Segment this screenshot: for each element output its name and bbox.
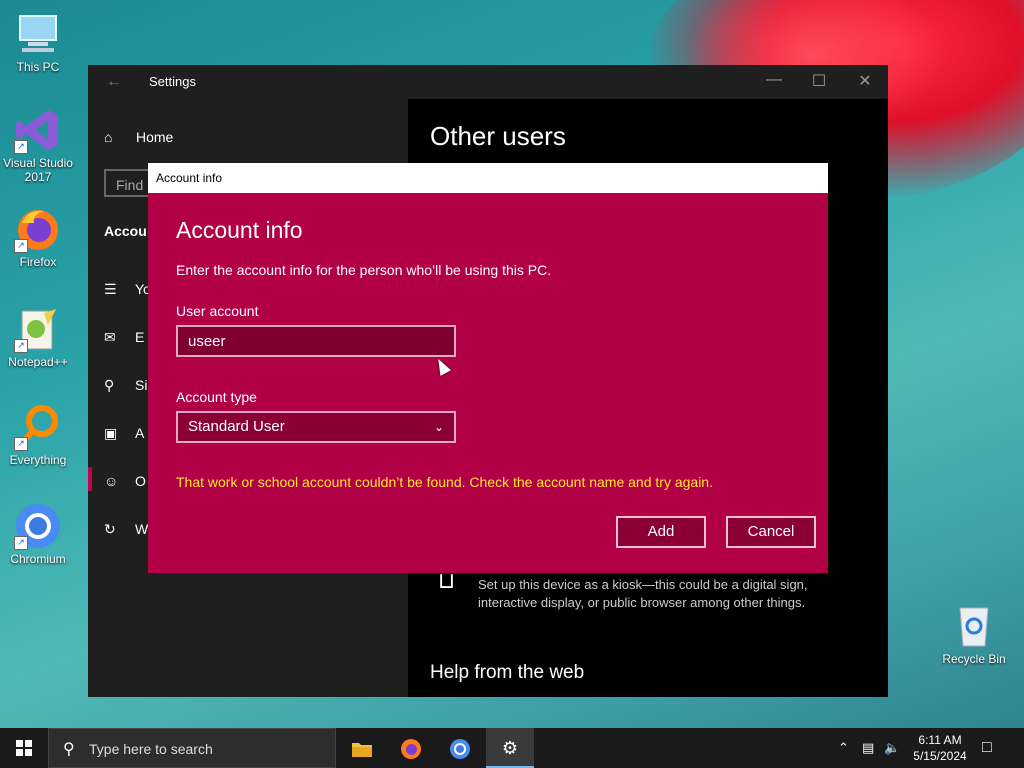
sidebar-item-other-users[interactable]: ☺ O: [104, 473, 146, 489]
nav-home-label: Home: [136, 129, 174, 145]
person-list-icon: ☰: [104, 281, 117, 297]
briefcase-icon: ▣: [104, 425, 118, 441]
find-placeholder: Find: [116, 177, 144, 193]
taskbar-file-explorer[interactable]: [338, 728, 386, 768]
maximize-icon[interactable]: ☐: [807, 71, 831, 91]
chevron-up-icon[interactable]: ⌃: [838, 728, 849, 768]
taskbar-search-box[interactable]: ⚲ Type here to search: [48, 728, 336, 768]
kiosk-description: Set up this device as a kiosk—this could…: [478, 577, 808, 610]
account-type-label: Account type: [176, 389, 257, 405]
home-icon: ⌂: [104, 129, 113, 145]
desktop-icon-firefox[interactable]: ↗ Firefox: [0, 205, 76, 269]
sidebar-item-email[interactable]: ✉ E: [104, 329, 144, 346]
sidebar-item-label: Si: [135, 377, 148, 393]
section-title: Accou: [104, 223, 147, 239]
taskbar-settings[interactable]: ⚙: [486, 728, 534, 768]
volume-muted-icon[interactable]: 🔈: [884, 728, 900, 768]
notifications-icon[interactable]: □: [982, 728, 992, 768]
account-info-dialog: Account info Account info Enter the acco…: [148, 163, 828, 573]
shortcut-arrow-icon: ↗: [14, 339, 28, 353]
dialog-titlebar: Account info: [148, 163, 828, 193]
dialog-title: Account info: [156, 171, 223, 185]
search-icon: ⚲: [63, 741, 75, 758]
desktop-icon-chromium[interactable]: ↗ Chromium: [0, 502, 76, 566]
clock-time: 6:11 AM: [918, 733, 962, 747]
search-placeholder: Type here to search: [89, 741, 213, 757]
cancel-button[interactable]: Cancel: [726, 516, 816, 548]
close-icon[interactable]: ✕: [853, 71, 877, 91]
sidebar-item-label: E: [135, 329, 145, 345]
notepad-plus-plus-icon: ↗: [14, 305, 62, 353]
shortcut-arrow-icon: ↗: [14, 536, 28, 550]
sidebar-item-label: W: [135, 521, 149, 537]
help-heading: Help from the web: [430, 662, 585, 683]
dialog-description: Enter the account info for the person wh…: [176, 262, 552, 278]
chevron-down-icon: ⌄: [433, 420, 444, 434]
computer-icon: [14, 10, 62, 58]
shortcut-arrow-icon: ↗: [14, 239, 28, 253]
start-button[interactable]: [0, 728, 48, 768]
folder-icon: [352, 743, 372, 758]
taskbar-chromium[interactable]: [436, 728, 484, 768]
settings-titlebar: ← Settings — ☐ ✕: [88, 65, 888, 99]
sidebar-item-your-info[interactable]: ☰ Yo: [104, 281, 151, 298]
desktop-icon-recycle-bin[interactable]: Recycle Bin: [936, 602, 1012, 666]
sidebar-item-access-work[interactable]: ▣ A: [104, 425, 144, 442]
account-type-dropdown[interactable]: Standard User ⌄: [176, 411, 456, 443]
desktop-icon-notepad-plus-plus[interactable]: ↗ Notepad++: [0, 305, 76, 369]
chromium-icon: ↗: [14, 502, 62, 550]
error-message: That work or school account couldn’t be …: [176, 474, 713, 490]
page-title: Other users: [430, 121, 566, 151]
sidebar-item-sync[interactable]: ↻ W: [104, 521, 148, 538]
minimize-icon[interactable]: —: [762, 71, 786, 89]
desktop-icon-label: Notepad++: [8, 355, 68, 369]
shortcut-arrow-icon: ↗: [14, 140, 28, 154]
desktop-icon-label: Everything: [9, 453, 67, 467]
windows-logo-icon: [16, 740, 32, 756]
desktop-icon-label: Firefox: [19, 255, 57, 269]
desktop-icon-this-pc[interactable]: This PC: [0, 10, 76, 74]
everything-search-icon: ↗: [14, 403, 62, 451]
network-icon[interactable]: ▤: [862, 728, 874, 768]
desktop-icon-label: This PC: [16, 60, 60, 74]
taskbar: ⚲ Type here to search ⚙ ⌃ ▤ 🔈 6:11 AM 5/…: [0, 728, 1024, 768]
back-arrow-icon[interactable]: ←: [106, 73, 122, 91]
mail-icon: ✉: [104, 329, 116, 345]
chromium-icon: [450, 739, 470, 760]
sidebar-item-label: O: [135, 473, 146, 489]
key-icon: ⚲: [104, 377, 115, 393]
shortcut-arrow-icon: ↗: [14, 437, 28, 451]
user-account-input[interactable]: [176, 325, 456, 357]
dialog-heading: Account info: [176, 217, 303, 243]
taskbar-clock[interactable]: 6:11 AM 5/15/2024: [900, 732, 980, 764]
desktop-icon-label: Visual Studio 2017: [3, 156, 73, 184]
account-type-value: Standard User: [188, 418, 285, 435]
user-account-label: User account: [176, 303, 259, 319]
selected-indicator: [88, 467, 92, 491]
nav-home[interactable]: ⌂ Home: [104, 129, 173, 145]
recycle-bin-icon: [950, 602, 998, 650]
visual-studio-icon: ↗: [14, 106, 62, 154]
window-title: Settings: [149, 74, 196, 89]
taskbar-firefox[interactable]: [387, 728, 435, 768]
firefox-icon: [401, 739, 421, 760]
sidebar-item-label: A: [135, 425, 145, 441]
add-button[interactable]: Add: [616, 516, 706, 548]
desktop-icon-visual-studio[interactable]: ↗ Visual Studio 2017: [0, 106, 76, 184]
desktop-icon-label: Recycle Bin: [942, 652, 1006, 666]
desktop-icon-everything[interactable]: ↗ Everything: [0, 403, 76, 467]
firefox-icon: ↗: [14, 205, 62, 253]
clock-date: 5/15/2024: [913, 749, 967, 763]
sync-icon: ↻: [104, 521, 116, 537]
sidebar-item-sign-in[interactable]: ⚲ Si: [104, 377, 147, 394]
gear-icon: ⚙: [501, 738, 519, 758]
person-add-icon: ☺: [104, 473, 119, 489]
desktop-icon-label: Chromium: [10, 552, 66, 566]
